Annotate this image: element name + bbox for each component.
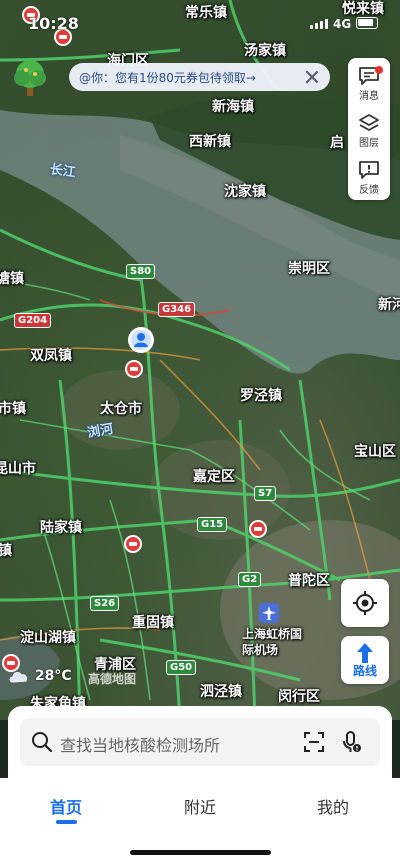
layers-button[interactable]: 图层 xyxy=(348,107,390,151)
search-bar[interactable]: 查找当地核酸检测场所 xyxy=(20,718,380,766)
route-button[interactable]: 路线 xyxy=(341,636,389,684)
traffic-restriction-icon[interactable] xyxy=(124,535,142,553)
status-bar: 10:28 4G xyxy=(0,0,400,48)
battery-icon xyxy=(356,17,378,29)
active-tab-indicator xyxy=(56,820,77,824)
place-dianshanhu: 淀山湖镇 xyxy=(20,630,76,646)
place-qi: 启 xyxy=(330,135,344,151)
place-tang: 塘镇 xyxy=(0,271,24,287)
weather-temp: 28°C xyxy=(34,668,72,684)
user-location-icon[interactable] xyxy=(125,326,165,358)
place-chonggu: 重固镇 xyxy=(132,615,174,631)
crosshair-icon xyxy=(353,591,377,615)
place-chongming: 崇明区 xyxy=(288,261,330,277)
locate-button[interactable] xyxy=(341,579,389,627)
search-input[interactable]: 查找当地核酸检测场所 xyxy=(60,732,220,756)
place-minhang: 闵行区 xyxy=(278,689,320,705)
place-xixin: 西新镇 xyxy=(189,134,231,150)
message-label: 消息 xyxy=(359,91,379,102)
network-type: 4G xyxy=(333,17,352,31)
road-shield-g2: G2 xyxy=(238,572,262,587)
place-zhen: 镇 xyxy=(0,543,12,559)
layers-label: 图层 xyxy=(359,138,379,149)
road-shield-s26: S26 xyxy=(90,596,120,611)
place-lujia: 陆家镇 xyxy=(40,520,82,536)
map-view[interactable]: 常乐镇 悦来镇 海门区 汤家镇 新海镇 西新镇 启 沈家镇 崇明区 新河 塘镇 … xyxy=(0,0,400,720)
feedback-button[interactable]: 反馈 xyxy=(348,154,390,198)
road-shield-g15: G15 xyxy=(197,517,228,532)
feedback-icon xyxy=(359,161,379,179)
scan-icon[interactable] xyxy=(302,730,326,754)
river-changjiang: 长江 xyxy=(48,162,77,181)
place-taicang: 太仓市 xyxy=(100,401,142,417)
tab-nearby[interactable]: 附近 xyxy=(184,794,216,818)
road-shield-g346: G346 xyxy=(158,302,196,317)
map-watermark: 高德地图 xyxy=(88,672,137,686)
place-shuangfeng: 双凤镇 xyxy=(30,348,72,364)
place-putuo: 普陀区 xyxy=(288,573,330,589)
tab-home[interactable]: 首页 xyxy=(50,794,82,818)
tab-bar: 首页 附近 我的 xyxy=(0,778,400,865)
coupon-banner[interactable]: @你：您有1份80元券包待领取→ xyxy=(69,63,330,91)
message-button[interactable]: 消息 xyxy=(348,60,390,104)
airport-icon[interactable] xyxy=(259,603,279,623)
place-kunshan: 昆山市 xyxy=(0,461,36,477)
traffic-restriction-icon[interactable] xyxy=(125,360,143,378)
weather-widget[interactable]: 28°C xyxy=(8,668,72,684)
place-luojing: 罗泾镇 xyxy=(240,388,282,404)
road-shield-g50: G50 xyxy=(166,660,197,675)
route-label: 路线 xyxy=(352,664,377,678)
place-baoshan: 宝山区 xyxy=(354,444,396,460)
road-shield-g204: G204 xyxy=(14,313,52,328)
layers-icon xyxy=(359,114,379,131)
close-icon[interactable] xyxy=(304,69,320,85)
unread-dot xyxy=(375,66,383,74)
home-indicator xyxy=(130,850,271,855)
place-sijing: 泗泾镇 xyxy=(200,684,242,700)
place-xinhai: 新海镇 xyxy=(212,99,254,115)
traffic-restriction-icon[interactable] xyxy=(249,520,267,538)
place-hongqiao: 上海虹桥国际机场 xyxy=(242,627,303,657)
coupon-banner-text[interactable]: @你：您有1份80元券包待领取→ xyxy=(79,69,304,86)
map-toolbar: 消息 图层 反馈 xyxy=(348,58,390,200)
search-sheet: 查找当地核酸检测场所 xyxy=(8,706,392,786)
place-shenxing: 沈家镇 xyxy=(224,184,266,200)
search-icon xyxy=(32,732,53,753)
road-shield-s80: S80 xyxy=(126,264,156,279)
cloud-icon xyxy=(9,672,28,683)
road-shield-s7: S7 xyxy=(254,486,277,501)
feedback-label: 反馈 xyxy=(359,185,379,196)
status-time: 10:28 xyxy=(28,14,79,33)
place-xinhe: 新河 xyxy=(378,297,400,313)
signal-icon xyxy=(310,18,330,29)
tree-icon[interactable] xyxy=(8,56,52,100)
tab-mine[interactable]: 我的 xyxy=(317,794,349,818)
voice-icon[interactable] xyxy=(340,730,364,754)
place-jiading: 嘉定区 xyxy=(193,469,235,485)
place-shizhen: 市镇 xyxy=(0,401,26,417)
